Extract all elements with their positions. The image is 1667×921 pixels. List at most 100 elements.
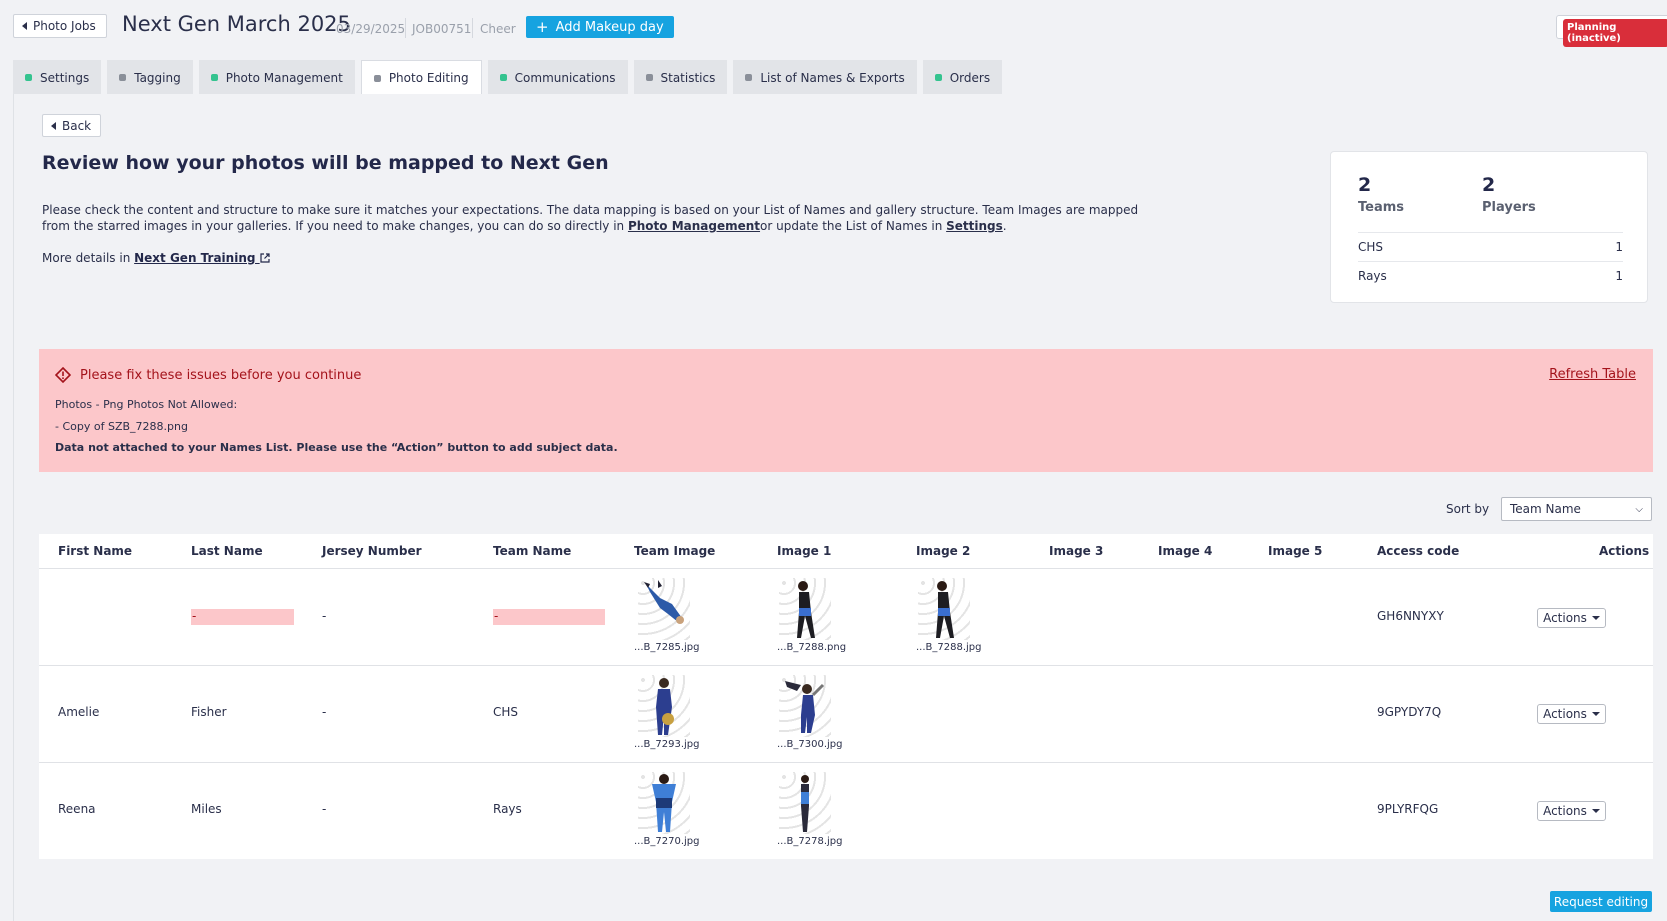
players-count: 2 bbox=[1482, 174, 1496, 196]
image-1-thumbnail[interactable] bbox=[779, 772, 831, 834]
status-dropdown[interactable]: Planning (inactive) bbox=[1556, 15, 1667, 47]
sort-value: Team Name bbox=[1510, 502, 1581, 516]
caret-down-icon bbox=[1591, 809, 1600, 813]
last-name-cell: Miles bbox=[191, 802, 222, 816]
cheerleader-photo-icon bbox=[644, 580, 684, 624]
photo-jobs-back-label: Photo Jobs bbox=[33, 19, 96, 33]
tab-tagging[interactable]: Tagging bbox=[107, 60, 193, 95]
add-makeup-day-button[interactable]: + Add Makeup day bbox=[526, 16, 674, 38]
column-header: Jersey Number bbox=[322, 544, 422, 558]
team-image-thumbnail[interactable] bbox=[638, 675, 690, 737]
sort-select[interactable]: Team Name ⌵ bbox=[1501, 497, 1652, 521]
column-header: Image 2 bbox=[916, 544, 971, 558]
top-bar: Photo Jobs Next Gen March 2025 03/29/202… bbox=[0, 0, 1667, 56]
external-link-icon bbox=[260, 253, 270, 263]
alert-line: - Copy of SZB_7288.png bbox=[55, 420, 188, 433]
stats-row: CHS 1 bbox=[1358, 232, 1623, 260]
tab-settings[interactable]: Settings bbox=[13, 60, 102, 95]
jersey-cell: - bbox=[322, 705, 327, 719]
team-image-thumbnail[interactable] bbox=[638, 772, 690, 834]
team-name-cell: - bbox=[493, 609, 605, 625]
photo-jobs-back-button[interactable]: Photo Jobs bbox=[13, 14, 107, 38]
alert-line: Photos - Png Photos Not Allowed: bbox=[55, 398, 238, 411]
settings-link[interactable]: Settings bbox=[946, 219, 1003, 233]
alert-title-text: Please fix these issues before you conti… bbox=[80, 367, 362, 383]
row-divider bbox=[39, 665, 1653, 666]
cheerleader-photo-icon bbox=[801, 775, 809, 832]
warning-diamond-icon bbox=[55, 367, 71, 383]
access-code-cell: GH6NNYXY bbox=[1377, 609, 1444, 623]
players-label: Players bbox=[1482, 200, 1536, 215]
column-header: Image 5 bbox=[1268, 544, 1323, 558]
tab-label: Settings bbox=[40, 70, 90, 85]
back-label: Back bbox=[62, 118, 92, 133]
next-gen-training-link[interactable]: Next Gen Training bbox=[134, 251, 270, 265]
tab-communications[interactable]: Communications bbox=[487, 60, 628, 95]
actions-button[interactable]: Actions bbox=[1537, 608, 1606, 628]
status-dot-icon bbox=[25, 74, 32, 81]
team-image-thumbnail[interactable] bbox=[638, 578, 690, 640]
meta-divider bbox=[405, 18, 406, 38]
tab-label: Photo Editing bbox=[388, 71, 469, 85]
status-dot-icon bbox=[499, 74, 507, 81]
cheerleader-photo-icon bbox=[656, 678, 674, 735]
image-2-thumbnail[interactable] bbox=[918, 578, 970, 640]
column-header: Team Name bbox=[493, 544, 572, 558]
tab-label: Orders bbox=[949, 70, 991, 85]
plus-icon: + bbox=[536, 17, 549, 36]
image-1-thumbnail[interactable] bbox=[779, 675, 831, 737]
last-name-cell: Fisher bbox=[191, 705, 227, 719]
tab-bar: Settings Tagging Photo Management Photo … bbox=[13, 60, 1003, 95]
stats-count: 1 bbox=[1615, 239, 1623, 254]
cheerleader-photo-icon bbox=[797, 581, 815, 638]
cheerleader-photo-icon bbox=[785, 681, 825, 733]
actions-button[interactable]: Actions bbox=[1537, 704, 1606, 724]
status-dot-icon bbox=[745, 74, 753, 81]
tab-orders[interactable]: Orders bbox=[922, 60, 1003, 95]
actions-label: Actions bbox=[1543, 707, 1587, 721]
page-title: Review how your photos will be mapped to… bbox=[42, 152, 609, 174]
more-details: More details in Next Gen Training bbox=[42, 251, 270, 265]
tab-label: Communications bbox=[514, 70, 616, 85]
alert-line: Data not attached to your Names List. Pl… bbox=[55, 441, 618, 454]
job-id: JOB00751 bbox=[412, 22, 472, 36]
image-2-caption: ...B_7288.jpg bbox=[916, 642, 982, 653]
tab-photo-editing[interactable]: Photo Editing bbox=[360, 60, 482, 95]
caret-left-icon bbox=[22, 22, 27, 30]
actions-label: Actions bbox=[1543, 804, 1587, 818]
column-header: Actions bbox=[1599, 544, 1650, 558]
column-header: Team Image bbox=[634, 544, 716, 558]
status-dot-icon bbox=[210, 74, 218, 81]
back-button[interactable]: Back bbox=[42, 114, 102, 137]
tab-list-of-names[interactable]: List of Names & Exports bbox=[733, 60, 917, 95]
add-makeup-day-label: Add Makeup day bbox=[555, 19, 664, 35]
sort-label: Sort by bbox=[1446, 502, 1490, 516]
last-name-cell: - bbox=[191, 609, 294, 625]
status-dot-icon bbox=[934, 74, 942, 81]
stats-team: CHS bbox=[1358, 239, 1384, 254]
stats-count: 1 bbox=[1615, 268, 1623, 283]
tab-photo-management[interactable]: Photo Management bbox=[198, 60, 355, 95]
meta-divider bbox=[472, 18, 473, 38]
image-1-thumbnail[interactable] bbox=[779, 578, 831, 640]
page-description: Please check the content and structure t… bbox=[42, 202, 1162, 234]
first-name-cell: Reena bbox=[58, 802, 96, 816]
caret-down-icon bbox=[1591, 712, 1600, 716]
job-title: Next Gen March 2025 bbox=[122, 12, 351, 36]
actions-button[interactable]: Actions bbox=[1537, 801, 1606, 821]
team-name-cell: Rays bbox=[493, 802, 522, 816]
status-dot-icon bbox=[119, 74, 127, 81]
access-code-cell: 9GPYDY7Q bbox=[1377, 705, 1442, 719]
request-editing-button[interactable]: Request editing bbox=[1550, 891, 1652, 912]
caret-left-icon bbox=[51, 121, 56, 130]
status-dot-icon bbox=[645, 74, 653, 81]
alert-title: Please fix these issues before you conti… bbox=[55, 367, 361, 383]
header-divider bbox=[39, 568, 1653, 569]
refresh-table-link[interactable]: Refresh Table bbox=[1549, 367, 1636, 382]
jersey-cell: - bbox=[322, 609, 327, 623]
photo-management-link[interactable]: Photo Management bbox=[628, 219, 760, 233]
tab-statistics[interactable]: Statistics bbox=[633, 60, 728, 95]
team-image-caption: ...B_7293.jpg bbox=[634, 739, 700, 750]
team-image-caption: ...B_7285.jpg bbox=[634, 642, 700, 653]
image-1-caption: ...B_7300.jpg bbox=[777, 739, 843, 750]
